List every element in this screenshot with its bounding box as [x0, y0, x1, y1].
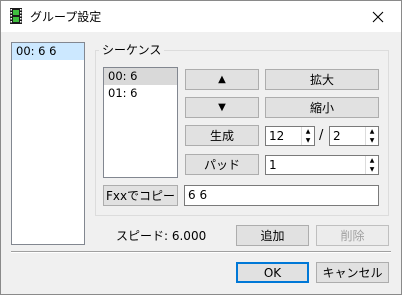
shrink-button[interactable]: 縮小 — [265, 97, 379, 118]
film-strip-icon — [10, 8, 22, 24]
close-icon — [372, 11, 384, 22]
divider — [11, 251, 391, 253]
pad-button[interactable]: パッド — [185, 154, 259, 175]
generate-count-b-value: 2 — [333, 129, 341, 143]
pad-spinner[interactable]: 1 ▲ ▼ — [265, 155, 379, 175]
group-settings-dialog: グループ設定 00: 6 6 シーケンス 00: 6 01: 6 ▲ ▼ 拡大 … — [0, 0, 402, 295]
triangle-up-icon: ▲ — [218, 73, 226, 85]
sequence-group-label: シーケンス — [99, 43, 165, 57]
title-bar: グループ設定 — [1, 1, 401, 32]
ok-button[interactable]: OK — [236, 262, 309, 283]
pad-value: 1 — [269, 158, 277, 172]
spin-buttons[interactable]: ▲ ▼ — [301, 127, 314, 145]
sequence-list-item[interactable]: 01: 6 — [104, 85, 177, 102]
move-up-button[interactable]: ▲ — [185, 69, 259, 90]
cancel-button[interactable]: キャンセル — [316, 262, 389, 283]
move-down-button[interactable]: ▼ — [185, 97, 259, 118]
spin-buttons[interactable]: ▲ ▼ — [365, 156, 378, 174]
delete-button[interactable]: 削除 — [316, 225, 389, 246]
speed-label: スピード: 6.000 — [116, 229, 207, 243]
expand-button[interactable]: 拡大 — [265, 69, 379, 90]
spin-down-icon[interactable]: ▼ — [365, 136, 378, 145]
close-button[interactable] — [355, 1, 401, 32]
copy-with-fxx-button[interactable]: Fxxでコピー — [103, 185, 178, 206]
add-button[interactable]: 追加 — [236, 225, 309, 246]
sequence-list[interactable]: 00: 6 01: 6 — [103, 67, 178, 178]
fxx-input[interactable]: 6 6 — [184, 185, 379, 206]
group-list-item[interactable]: 00: 6 6 — [12, 43, 84, 60]
window-title: グループ設定 — [30, 10, 102, 24]
generate-count-a-value: 12 — [269, 129, 285, 143]
spin-down-icon[interactable]: ▼ — [365, 165, 378, 174]
sequence-list-item[interactable]: 00: 6 — [104, 68, 177, 85]
generate-count-a-spinner[interactable]: 12 ▲ ▼ — [265, 126, 315, 146]
generate-button[interactable]: 生成 — [185, 125, 259, 146]
spin-up-icon[interactable]: ▲ — [365, 156, 378, 165]
slash-separator: / — [319, 128, 324, 143]
spin-down-icon[interactable]: ▼ — [301, 136, 314, 145]
triangle-down-icon: ▼ — [218, 101, 226, 113]
spin-buttons[interactable]: ▲ ▼ — [365, 127, 378, 145]
spin-up-icon[interactable]: ▲ — [365, 127, 378, 136]
spin-up-icon[interactable]: ▲ — [301, 127, 314, 136]
generate-count-b-spinner[interactable]: 2 ▲ ▼ — [329, 126, 379, 146]
group-list[interactable]: 00: 6 6 — [11, 42, 85, 245]
